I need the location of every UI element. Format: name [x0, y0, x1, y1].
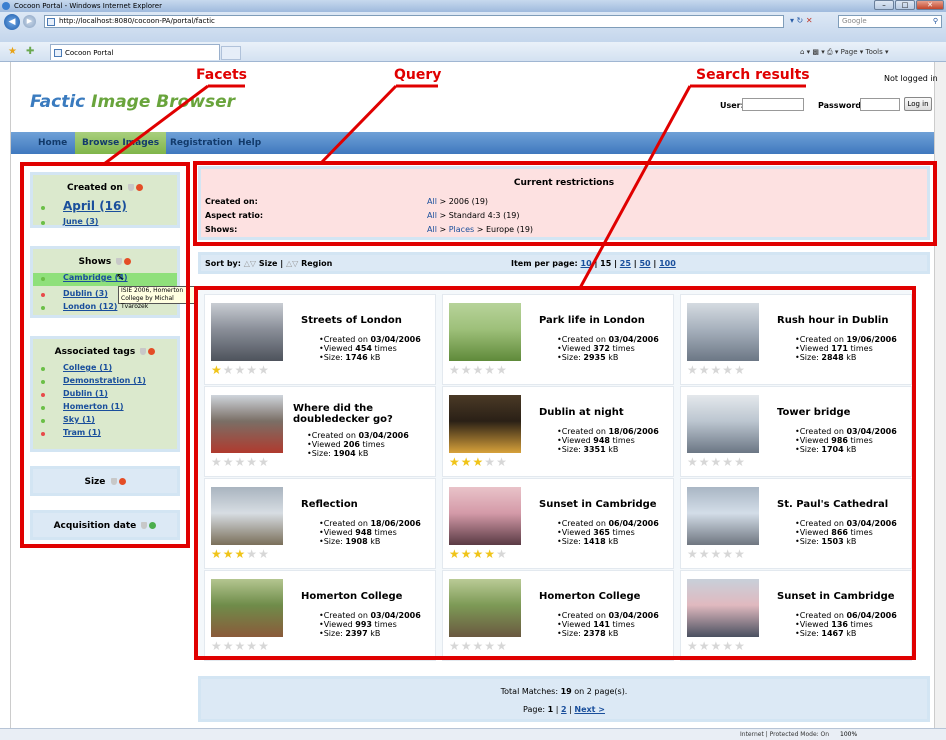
query-highlight-box	[193, 161, 937, 246]
password-label: Password:	[818, 101, 865, 110]
page-icon	[47, 18, 55, 26]
tab-page-icon	[54, 49, 62, 57]
login-status: Not logged in	[884, 74, 938, 83]
app-title-factic: Factic	[30, 92, 92, 112]
home-icon[interactable]: ⌂	[800, 48, 804, 56]
per-page-label: Item per page:	[511, 259, 578, 268]
browser-tab[interactable]: Cocoon Portal	[50, 44, 220, 60]
page-2-link[interactable]: 2	[561, 705, 567, 714]
sort-arrows-icon[interactable]: △▽	[244, 259, 256, 268]
refresh-stop-icons[interactable]: ▾ ↻ ✕	[790, 15, 830, 28]
per-page-25[interactable]: 25	[620, 259, 631, 268]
add-favorites-icon[interactable]: ✚	[26, 46, 34, 57]
address-bar[interactable]: http://localhost:8080/cocoon-PA/portal/f…	[44, 15, 784, 28]
annotation-query: Query	[394, 67, 442, 83]
search-placeholder: Google	[842, 17, 867, 25]
window-controls: – □ ✕	[873, 0, 944, 11]
sort-bar: Sort by: △▽ Size | △▽ Region Item per pa…	[198, 252, 930, 274]
per-page-100[interactable]: 100	[659, 259, 676, 268]
per-page-15: 15	[600, 259, 612, 268]
window-title: Cocoon Portal - Windows Internet Explore…	[14, 2, 162, 10]
user-input[interactable]	[742, 98, 804, 111]
command-bar[interactable]: ⌂ ▾ ▩ ▾ ⎙ ▾ Page ▾ Tools ▾	[800, 45, 945, 59]
annotation-results: Search results	[696, 67, 810, 83]
search-box[interactable]: Google ⚲	[838, 15, 942, 28]
app-title: Factic Image Browser	[30, 92, 235, 112]
minimize-icon[interactable]: –	[874, 0, 894, 10]
address-url: http://localhost:8080/cocoon-PA/portal/f…	[59, 17, 215, 25]
per-page: Item per page: 10 | 15 | 25 | 50 | 100	[511, 259, 676, 268]
per-page-10[interactable]: 10	[581, 259, 592, 268]
print-icon[interactable]: ⎙	[827, 48, 833, 56]
feeds-icon[interactable]: ▩	[812, 48, 819, 56]
menu-home[interactable]: Home	[31, 132, 74, 154]
total-suffix: on 2 page(s).	[571, 687, 628, 696]
sort-label: Sort by:	[205, 259, 241, 268]
toolbar-menus[interactable]: Page ▾ Tools ▾	[841, 48, 889, 56]
status-bar: Internet | Protected Mode: On 100%	[0, 728, 946, 740]
sort-options: Sort by: △▽ Size | △▽ Region	[205, 259, 332, 268]
user-label: User:	[720, 101, 744, 110]
total-matches: Total Matches: 19 on 2 page(s).	[201, 687, 927, 696]
menu-help[interactable]: Help	[231, 132, 268, 154]
page-label: Page:	[523, 705, 548, 714]
zoom-level[interactable]: 100%	[840, 729, 857, 740]
sort-separator: |	[280, 259, 284, 268]
menu-browse-images[interactable]: Browse Images	[75, 132, 167, 154]
favorites-star-icon[interactable]: ★	[8, 46, 17, 57]
window-titlebar: Cocoon Portal - Windows Internet Explore…	[0, 0, 946, 12]
current-page: 1	[547, 705, 554, 714]
menu-registration[interactable]: Registration	[163, 132, 240, 154]
sort-arrows-icon[interactable]: △▽	[286, 259, 298, 268]
forward-arrow-icon[interactable]: ▶	[23, 15, 36, 28]
annotation-facets: Facets	[196, 67, 248, 83]
ie-logo-icon	[2, 2, 10, 10]
main-menu: Home Browse Images Registration Help	[11, 132, 934, 154]
next-link[interactable]: Next >	[574, 705, 605, 714]
page-separator: |	[569, 705, 572, 714]
login-button[interactable]: Log in	[904, 97, 932, 111]
page-links: Page: 1 | 2 | Next >	[201, 705, 927, 714]
search-icon[interactable]: ⚲	[933, 16, 938, 27]
maximize-icon[interactable]: □	[895, 0, 915, 10]
total-prefix: Total Matches:	[500, 687, 561, 696]
new-tab-button[interactable]	[221, 46, 241, 60]
facets-highlight-box	[20, 162, 190, 548]
pager: Total Matches: 19 on 2 page(s). Page: 1 …	[198, 676, 930, 722]
back-arrow-icon[interactable]: ◀	[4, 14, 20, 30]
status-zone: Internet | Protected Mode: On	[740, 731, 830, 738]
app-title-browser: Image Browser	[91, 92, 236, 112]
sort-size[interactable]: Size	[259, 259, 278, 268]
sort-region[interactable]: Region	[301, 259, 332, 268]
close-icon[interactable]: ✕	[916, 0, 944, 10]
page-separator: |	[555, 705, 559, 714]
password-input[interactable]	[860, 98, 900, 111]
total-count: 19	[560, 687, 572, 696]
tab-title: Cocoon Portal	[65, 49, 114, 57]
per-page-50[interactable]: 50	[639, 259, 650, 268]
results-highlight-box	[194, 286, 916, 660]
